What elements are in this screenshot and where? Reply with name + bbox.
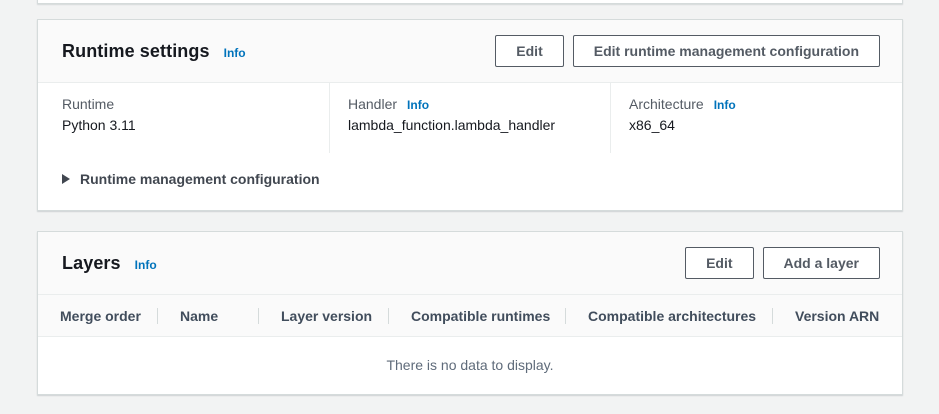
layers-card: Layers Info Edit Add a layer Merge order… [37, 231, 903, 395]
empty-state-message: There is no data to display. [386, 357, 553, 373]
layers-edit-button[interactable]: Edit [685, 247, 753, 279]
handler-info-link[interactable]: Info [407, 98, 429, 112]
layers-table-empty-state: There is no data to display. [38, 337, 902, 393]
triangle-right-icon [62, 174, 70, 184]
runtime-field: Runtime Python 3.11 [38, 83, 329, 153]
architecture-field: Architecture Info x86_64 [610, 83, 902, 153]
lambda-code-tab-page: Runtime settings Info Edit Edit runtime … [0, 0, 939, 414]
runtime-settings-fields: Runtime Python 3.11 Handler Info lambda_… [38, 83, 902, 153]
handler-field: Handler Info lambda_function.lambda_hand… [329, 83, 610, 153]
runtime-settings-card: Runtime settings Info Edit Edit runtime … [37, 19, 903, 211]
expander-label: Runtime management configuration [80, 171, 320, 187]
runtime-settings-title-group: Runtime settings Info [62, 41, 495, 62]
column-header-merge-order: Merge order [38, 308, 158, 324]
runtime-settings-header: Runtime settings Info Edit Edit runtime … [38, 20, 902, 83]
runtime-management-configuration-expander[interactable]: Runtime management configuration [62, 168, 902, 190]
layers-table-header: Merge order Name Layer version Compatibl… [38, 295, 902, 337]
previous-section-card-edge [37, 0, 903, 4]
layers-header: Layers Info Edit Add a layer [38, 232, 902, 295]
add-a-layer-button[interactable]: Add a layer [763, 247, 880, 279]
layers-title-group: Layers Info [62, 253, 685, 274]
edit-runtime-management-configuration-button[interactable]: Edit runtime management configuration [573, 35, 880, 67]
column-header-version-arn: Version ARN [773, 308, 902, 324]
column-header-layer-version: Layer version [259, 308, 389, 324]
runtime-edit-button[interactable]: Edit [495, 35, 563, 67]
column-header-name: Name [158, 308, 259, 324]
layers-info-link[interactable]: Info [135, 258, 157, 272]
runtime-field-label: Runtime [62, 96, 114, 112]
runtime-settings-actions: Edit Edit runtime management configurati… [495, 35, 880, 67]
layers-actions: Edit Add a layer [685, 247, 880, 279]
runtime-settings-title: Runtime settings [62, 41, 210, 62]
runtime-field-value: Python 3.11 [62, 117, 309, 133]
handler-field-value: lambda_function.lambda_handler [348, 117, 590, 133]
layers-title: Layers [62, 253, 121, 274]
architecture-info-link[interactable]: Info [714, 98, 736, 112]
column-header-compatible-runtimes: Compatible runtimes [389, 308, 566, 324]
architecture-field-label: Architecture [629, 96, 704, 112]
architecture-field-value: x86_64 [629, 117, 882, 133]
handler-field-label: Handler [348, 96, 397, 112]
runtime-settings-info-link[interactable]: Info [224, 46, 246, 60]
column-header-compatible-architectures: Compatible architectures [566, 308, 773, 324]
